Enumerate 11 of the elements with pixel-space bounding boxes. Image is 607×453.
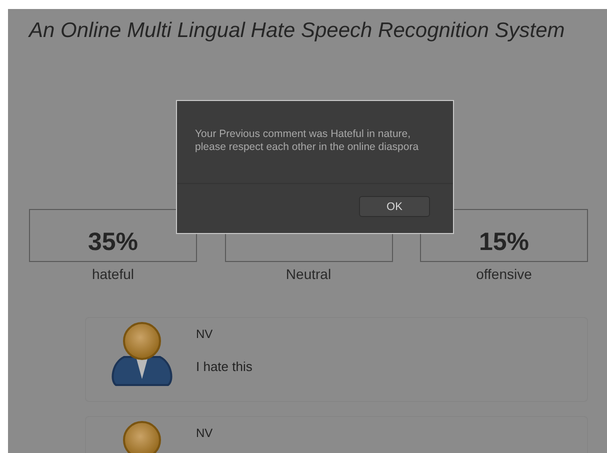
stat-label: offensive [476, 266, 532, 282]
stat-percentage: 35% [88, 229, 138, 255]
comment-author: NV [196, 426, 213, 440]
page-title: An Online Multi Lingual Hate Speech Recognition System [29, 19, 566, 43]
comment-author: NV [196, 327, 214, 341]
comment-text: I hate this [196, 359, 252, 374]
dialog-message: Your Previous comment was Hateful in nature, please respect each other in the online diaspora [177, 101, 453, 184]
stat-label: Neutral [286, 266, 332, 282]
stat-percentage: 15% [478, 229, 530, 255]
stat-label: hateful [92, 266, 134, 282]
ok-button[interactable]: OK [359, 196, 430, 217]
